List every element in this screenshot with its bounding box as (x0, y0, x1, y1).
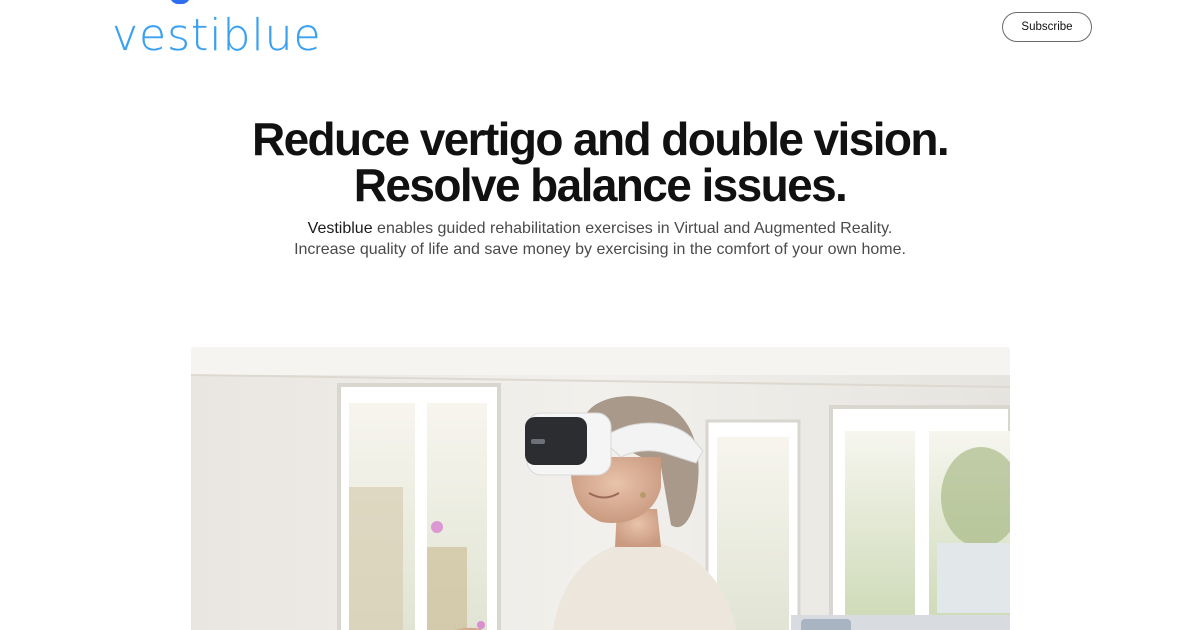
lead-paragraph: Vestiblue enables guided rehabilitation … (290, 218, 910, 260)
logo-accent-shape (170, 0, 190, 4)
page-headline: Reduce vertigo and double vision. Resolv… (0, 116, 1200, 208)
landing-page: vestiblue Subscribe Reduce vertigo and d… (0, 0, 1200, 630)
headline-line-2: Resolve balance issues. (353, 159, 848, 211)
lead-brand-name: Vestiblue (307, 220, 373, 237)
subscribe-button[interactable]: Subscribe (1002, 12, 1092, 42)
brand-logo[interactable]: vestiblue (112, 0, 322, 58)
headline-line-1: Reduce vertigo and double vision. (251, 113, 950, 165)
hero-image (191, 347, 1010, 630)
hero-illustration (191, 347, 1010, 630)
lead-text: enables guided rehabilitation exercises … (294, 220, 906, 258)
logo-text: vestiblue (112, 10, 322, 61)
